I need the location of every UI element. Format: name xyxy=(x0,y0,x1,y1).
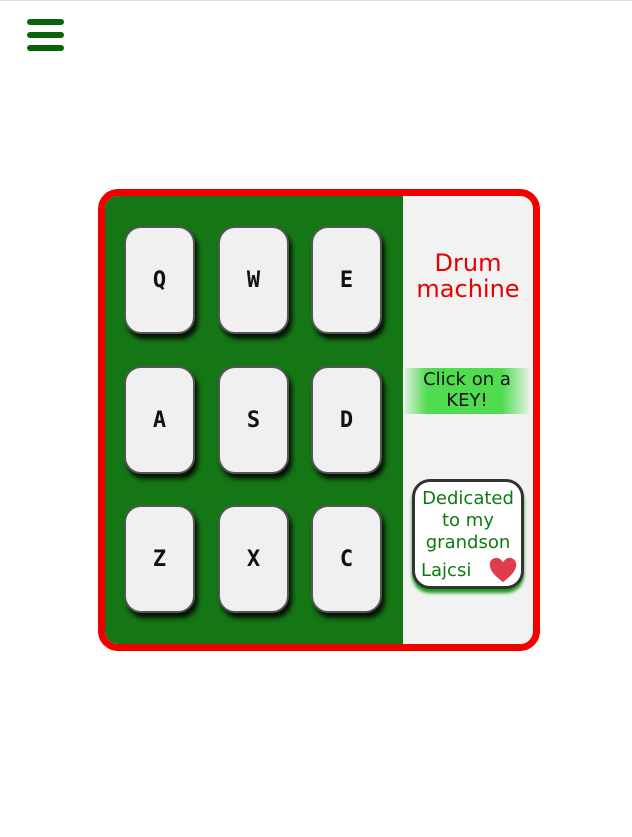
pad-area: Q W E A S D Z X C xyxy=(105,196,403,644)
drum-pad-a[interactable]: A xyxy=(124,366,195,474)
dedication-name: Lajcsi xyxy=(421,560,472,581)
drum-pad-label: W xyxy=(246,267,261,293)
drum-pad-s[interactable]: S xyxy=(218,366,289,474)
top-divider xyxy=(0,0,632,1)
app-title-line-1: Drum xyxy=(434,249,502,277)
heart-icon xyxy=(489,557,517,583)
sound-display: Click on a KEY! xyxy=(405,368,529,414)
sound-display-text: Click on a KEY! xyxy=(405,369,529,411)
drum-pad-q[interactable]: Q xyxy=(124,226,195,334)
dedication-card: Dedicated to my grandson Lajcsi xyxy=(412,479,524,589)
dedication-line-3: grandson xyxy=(425,532,511,553)
drum-pad-label: Z xyxy=(152,546,167,572)
menu-bar-middle xyxy=(27,32,64,38)
drum-pad-label: A xyxy=(152,407,167,433)
drum-machine: Q W E A S D Z X C Drum machine Click on … xyxy=(98,189,540,651)
app-title-line-2: machine xyxy=(416,275,520,303)
drum-pad-label: S xyxy=(246,407,261,433)
drum-pad-x[interactable]: X xyxy=(218,505,289,613)
drum-pad-d[interactable]: D xyxy=(311,366,382,474)
drum-pad-e[interactable]: E xyxy=(311,226,382,334)
app-title: Drum machine xyxy=(403,250,533,302)
dedication-text: Dedicated to my grandson xyxy=(415,488,521,554)
drum-pad-c[interactable]: C xyxy=(311,505,382,613)
dedication-name-row: Lajcsi xyxy=(421,554,521,584)
drum-pad-z[interactable]: Z xyxy=(124,505,195,613)
display-line-2: KEY! xyxy=(446,390,488,411)
drum-pad-label: D xyxy=(339,407,354,433)
menu-bar-top xyxy=(27,19,64,25)
dedication-line-1: Dedicated xyxy=(422,488,514,509)
drum-pad-label: X xyxy=(246,546,261,572)
hamburger-menu-icon[interactable] xyxy=(27,18,65,51)
drum-pad-label: Q xyxy=(152,267,167,293)
drum-pad-label: C xyxy=(339,546,354,572)
menu-bar-bottom xyxy=(27,45,64,51)
display-line-1: Click on a xyxy=(423,369,511,390)
drum-pad-label: E xyxy=(339,267,354,293)
dedication-line-2: to my xyxy=(442,510,494,531)
side-panel: Drum machine Click on a KEY! Dedicated t… xyxy=(403,196,533,644)
drum-pad-w[interactable]: W xyxy=(218,226,289,334)
